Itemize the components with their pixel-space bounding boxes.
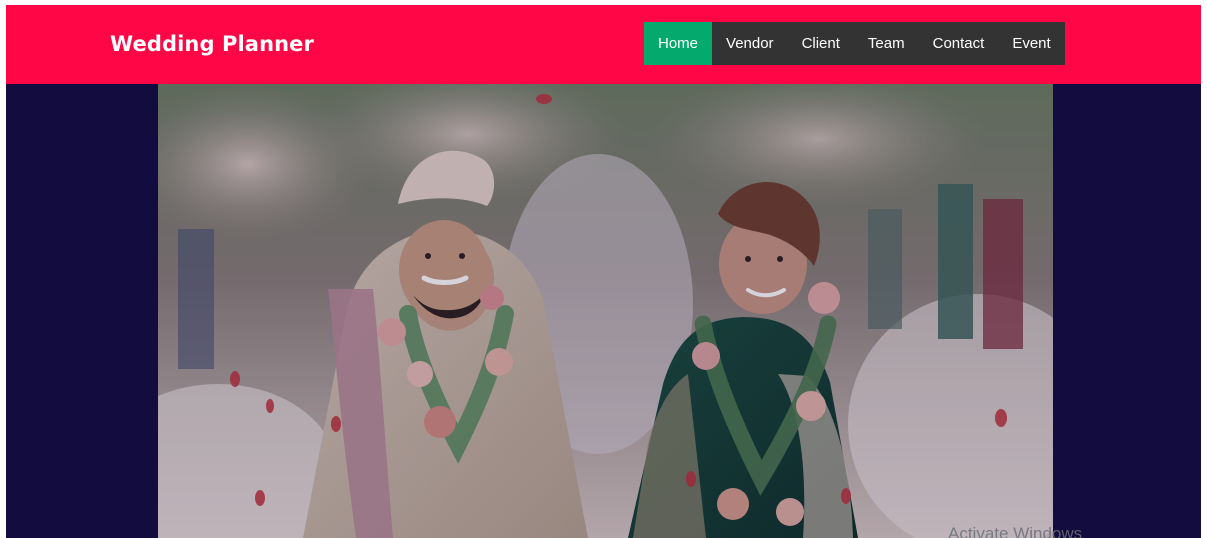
nav-client[interactable]: Client [788, 22, 854, 65]
activate-windows-watermark: Activate Windows [948, 524, 1083, 538]
wedding-couple-photo [158, 84, 1053, 538]
main-nav: Home Vendor Client Team Contact Event [644, 22, 1065, 65]
nav-home[interactable]: Home [644, 22, 713, 65]
brand-title: Wedding Planner [110, 32, 314, 56]
hero-image [158, 84, 1053, 538]
nav-vendor[interactable]: Vendor [712, 22, 788, 65]
site-header: Wedding Planner Home Vendor Client Team … [6, 5, 1201, 84]
nav-contact[interactable]: Contact [919, 22, 999, 65]
page-frame: Wedding Planner Home Vendor Client Team … [6, 5, 1201, 538]
nav-event[interactable]: Event [998, 22, 1064, 65]
nav-team[interactable]: Team [854, 22, 919, 65]
